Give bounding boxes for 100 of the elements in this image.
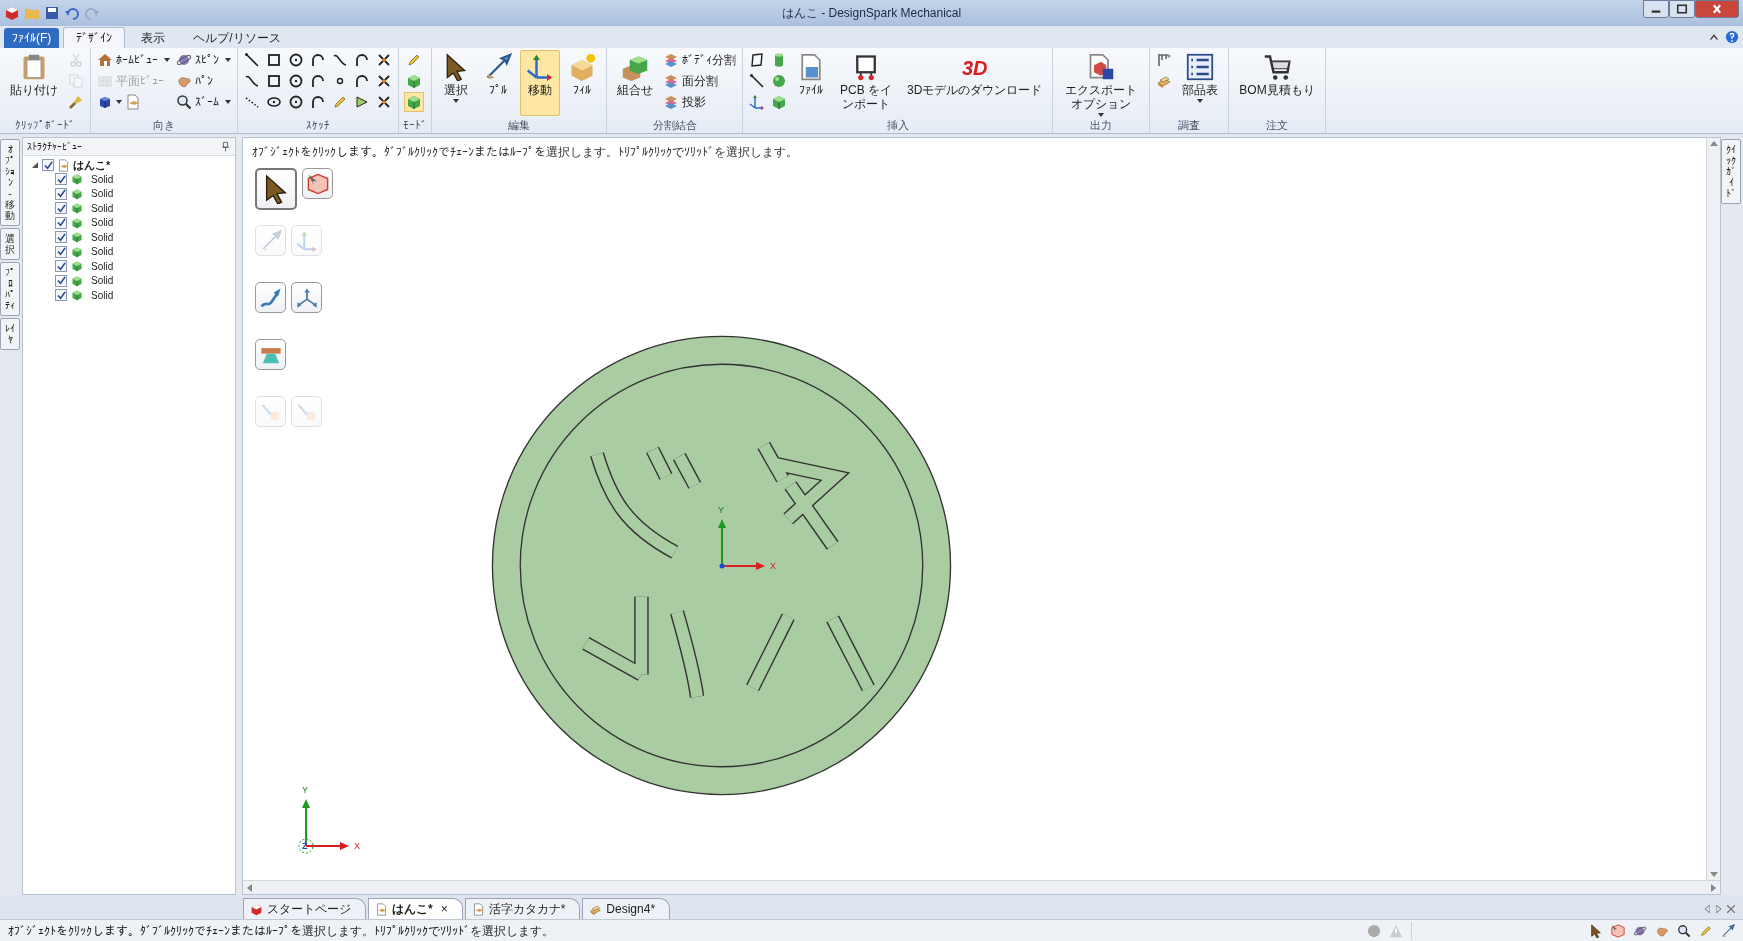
- checkbox[interactable]: [55, 245, 67, 258]
- arc-icon[interactable]: [310, 52, 326, 68]
- tree-item[interactable]: Solid: [87, 273, 114, 289]
- save-icon[interactable]: [44, 5, 60, 21]
- magnifier-icon[interactable]: [1677, 923, 1691, 938]
- close-button[interactable]: ×: [440, 900, 448, 918]
- rectangle-icon[interactable]: [266, 52, 282, 68]
- scroll-right-icon[interactable]: [1711, 883, 1716, 892]
- tree-item[interactable]: Solid: [87, 229, 114, 245]
- ribbon-tab[interactable]: ﾌｧｲﾙ(F): [4, 28, 60, 48]
- tree-item[interactable]: Solid: [87, 215, 114, 231]
- document-tab[interactable]: 活字カタカナ*: [464, 898, 581, 919]
- checkbox[interactable]: [42, 159, 54, 171]
- arc-icon[interactable]: [354, 73, 370, 89]
- arc-icon[interactable]: [310, 94, 326, 110]
- document-tab[interactable]: はんこ* ×: [368, 898, 463, 919]
- ribbon-button[interactable]: ﾌｧｲﾙ: [791, 50, 831, 116]
- maximize-button[interactable]: [1669, 0, 1695, 18]
- brush-icon[interactable]: [68, 94, 84, 110]
- checkbox[interactable]: [55, 260, 67, 273]
- tool-button[interactable]: [255, 168, 297, 210]
- ribbon-button[interactable]: ｽﾋﾟﾝ: [174, 50, 233, 70]
- arc-icon[interactable]: [310, 73, 326, 89]
- ribbon-button[interactable]: BOM見積もり: [1233, 50, 1321, 116]
- scroll-left-icon[interactable]: [247, 883, 252, 892]
- ribbon-button[interactable]: 組合せ: [611, 50, 659, 116]
- close-button[interactable]: [1695, 0, 1739, 18]
- spline-icon[interactable]: [332, 52, 348, 68]
- ball-icon[interactable]: [771, 73, 787, 89]
- expander-icon[interactable]: [31, 161, 39, 169]
- checkbox[interactable]: [55, 289, 67, 302]
- ribbon-button[interactable]: 投影: [661, 92, 738, 112]
- help-icon[interactable]: [1725, 30, 1739, 44]
- cube-icon[interactable]: [97, 94, 113, 110]
- checkbox[interactable]: [55, 231, 67, 244]
- tree-item[interactable]: Solid: [87, 287, 114, 303]
- ribbon-button[interactable]: 貼り付け: [4, 50, 64, 116]
- ribbon-tab[interactable]: ヘルプ/リソース: [181, 28, 293, 48]
- tree-item[interactable]: Solid: [87, 200, 114, 216]
- ribbon-button[interactable]: PCB をインポート: [833, 50, 899, 116]
- line-icon[interactable]: [749, 73, 765, 89]
- ribbon-button[interactable]: 面分割: [661, 71, 738, 91]
- ribbon-button[interactable]: ﾊﾟﾝ: [174, 71, 233, 91]
- tree-item[interactable]: Solid: [87, 186, 114, 202]
- ribbon-button[interactable]: 移動: [520, 50, 560, 116]
- pull-arrow-icon[interactable]: [1721, 923, 1735, 938]
- close-icon[interactable]: [1727, 904, 1735, 913]
- caliper-icon[interactable]: [1156, 52, 1173, 68]
- move-axes-icon[interactable]: [749, 94, 765, 110]
- side-tab[interactable]: ﾚｲﾔ: [0, 318, 20, 350]
- cross-icon[interactable]: [376, 73, 392, 89]
- minimize-button[interactable]: [1643, 0, 1669, 18]
- pencil-icon[interactable]: [406, 52, 422, 68]
- ribbon-button[interactable]: 3D 3Dモデルのダウンロード: [901, 50, 1049, 116]
- spline-icon[interactable]: [244, 73, 260, 89]
- tree-item[interactable]: Solid: [87, 171, 114, 187]
- ribbon-button[interactable]: 部品表: [1176, 50, 1225, 116]
- checkbox[interactable]: [55, 173, 67, 186]
- vertical-scrollbar[interactable]: [1706, 138, 1720, 880]
- pin-icon[interactable]: [220, 141, 231, 152]
- ribbon-tab[interactable]: ﾃﾞｻﾞｲﾝ: [63, 27, 126, 48]
- tree-item[interactable]: Solid: [87, 258, 114, 274]
- cube-icon[interactable]: [4, 5, 20, 21]
- pencil-icon[interactable]: [332, 94, 348, 110]
- ribbon-button[interactable]: ﾎﾞﾃﾞｨ分割: [661, 50, 738, 70]
- triangle-icon[interactable]: [354, 94, 370, 110]
- circle-icon[interactable]: [288, 94, 304, 110]
- side-tab[interactable]: ﾌﾟﾛﾊﾟﾃｨ: [0, 262, 20, 316]
- cube-icon[interactable]: [771, 94, 787, 110]
- ribbon-tab[interactable]: 表示: [129, 28, 178, 48]
- undo-icon[interactable]: [64, 5, 80, 21]
- cross-icon[interactable]: [376, 94, 392, 110]
- cross-icon[interactable]: [376, 52, 392, 68]
- side-tab[interactable]: 選択: [0, 228, 20, 260]
- selection-box-icon[interactable]: [1611, 923, 1625, 938]
- tree-item[interactable]: Solid: [87, 244, 114, 260]
- cursor-icon[interactable]: [1589, 923, 1603, 938]
- horizontal-scrollbar[interactable]: [243, 880, 1720, 894]
- ribbon-button[interactable]: ﾌﾟﾙ: [478, 50, 518, 116]
- side-tab[interactable]: ｸｲｯｸｶﾞｲﾄﾞ: [1721, 139, 1741, 204]
- arc-icon[interactable]: [354, 52, 370, 68]
- scroll-left-icon[interactable]: [1705, 904, 1710, 913]
- scroll-down-icon[interactable]: [1709, 872, 1718, 877]
- circle-icon[interactable]: [288, 52, 304, 68]
- document-tab[interactable]: Design4*: [582, 898, 671, 919]
- scroll-up-icon[interactable]: [1709, 141, 1718, 146]
- dotted-line-icon[interactable]: [244, 94, 260, 110]
- rectangle-icon[interactable]: [266, 73, 282, 89]
- ribbon-button[interactable]: 選択: [436, 50, 476, 116]
- ribbon-button[interactable]: エクスポートオプション: [1057, 50, 1146, 116]
- ellipse-icon[interactable]: [266, 94, 282, 110]
- circle-icon[interactable]: [288, 73, 304, 89]
- ribbon-button[interactable]: ｽﾞｰﾑ: [174, 92, 233, 112]
- ribbon-button[interactable]: ﾌｨﾙ: [562, 50, 602, 116]
- checkbox[interactable]: [55, 216, 67, 229]
- checkbox[interactable]: [55, 202, 67, 215]
- ribbon-button[interactable]: ﾎｰﾑﾋﾞｭｰ: [95, 50, 172, 70]
- document-tab[interactable]: スタートページ: [243, 898, 366, 919]
- checkbox[interactable]: [55, 187, 67, 200]
- cube-icon[interactable]: [406, 73, 422, 89]
